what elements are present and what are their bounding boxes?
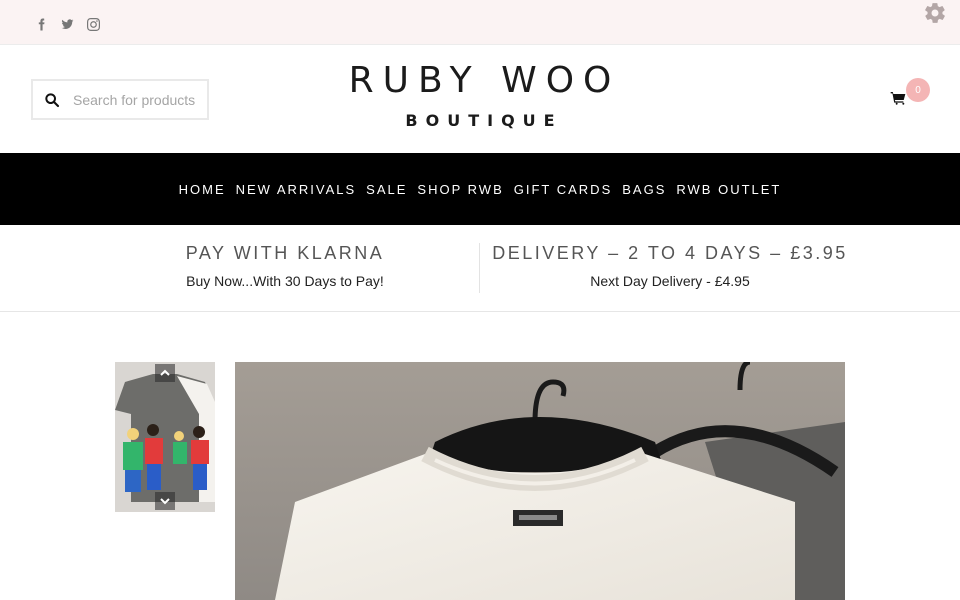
klarna-promo: PAY WITH KLARNA Buy Now...With 30 Days t… xyxy=(160,243,410,289)
search-input[interactable] xyxy=(69,91,201,108)
thumbnail-image xyxy=(115,362,215,512)
thumbnail-up-chevron-icon[interactable] xyxy=(155,364,175,382)
promo-divider xyxy=(479,243,480,293)
nav-item-home[interactable]: HOME xyxy=(179,182,226,197)
logo-subtitle: BOUTIQUE xyxy=(405,111,563,130)
delivery-promo: DELIVERY – 2 TO 4 DAYS – £3.95 Next Day … xyxy=(485,243,855,289)
gear-icon[interactable] xyxy=(923,1,947,25)
nav-item-rwb-outlet[interactable]: RWB OUTLET xyxy=(676,182,781,197)
nav-item-shop-rwb[interactable]: SHOP RWB xyxy=(417,182,503,197)
product-main-image[interactable] xyxy=(235,362,845,600)
product-thumbnail[interactable] xyxy=(115,362,215,512)
product-photo xyxy=(235,362,845,600)
site-header: RUBY WOO BOUTIQUE 0 xyxy=(0,45,960,153)
search-icon[interactable] xyxy=(33,92,69,108)
nav-item-sale[interactable]: SALE xyxy=(366,182,407,197)
instagram-icon[interactable] xyxy=(86,17,100,31)
top-bar xyxy=(0,0,960,45)
social-links xyxy=(34,17,100,31)
nav-item-new-arrivals[interactable]: NEW ARRIVALS xyxy=(236,182,357,197)
cart-icon[interactable] xyxy=(890,90,908,108)
twitter-icon[interactable] xyxy=(60,17,74,31)
nav-item-bags[interactable]: BAGS xyxy=(622,182,666,197)
facebook-icon[interactable] xyxy=(34,17,48,31)
logo-title: RUBY WOO xyxy=(348,60,621,101)
klarna-heading: PAY WITH KLARNA xyxy=(185,243,385,263)
cart-count-badge[interactable]: 0 xyxy=(906,78,930,102)
promo-banner: PAY WITH KLARNA Buy Now...With 30 Days t… xyxy=(0,225,960,312)
delivery-subtext: Next Day Delivery - £4.95 xyxy=(590,273,750,289)
main-navigation: HOME NEW ARRIVALS SALE SHOP RWB GIFT CAR… xyxy=(0,153,960,225)
nav-item-gift-cards[interactable]: GIFT CARDS xyxy=(514,182,613,197)
thumbnail-down-chevron-icon[interactable] xyxy=(155,492,175,510)
search-box[interactable] xyxy=(31,79,209,120)
site-logo[interactable]: RUBY WOO BOUTIQUE xyxy=(320,60,640,131)
klarna-subtext: Buy Now...With 30 Days to Pay! xyxy=(186,273,384,289)
delivery-heading: DELIVERY – 2 TO 4 DAYS – £3.95 xyxy=(492,243,848,263)
